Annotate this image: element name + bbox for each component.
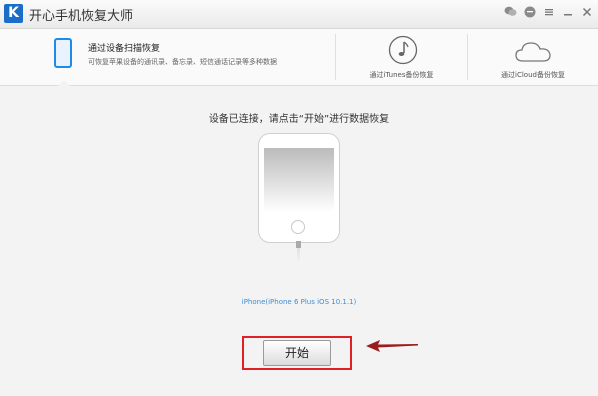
chat-icon[interactable] — [522, 4, 537, 19]
music-note-icon — [388, 35, 418, 65]
connection-instruction: 设备已连接，请点击“开始”进行数据恢复 — [208, 114, 390, 125]
tab-device-scan[interactable]: 通过设备扫描恢复 可恢复苹果设备的通讯录、备忘录、短信通话记录等多种数据 — [0, 29, 335, 86]
usb-connector — [296, 241, 301, 248]
mode-tabs: 通过设备扫描恢复 可恢复苹果设备的通讯录、备忘录、短信通话记录等多种数据 通过i… — [0, 29, 598, 86]
tab-device-scan-description: 可恢复苹果设备的通讯录、备忘录、短信通话记录等多种数据 — [88, 58, 277, 66]
tab-device-scan-title: 通过设备扫描恢复 — [88, 44, 161, 54]
tab-icloud-label: 通过iCloud备份恢复 — [501, 71, 565, 79]
start-button[interactable]: 开始 — [263, 340, 331, 366]
device-model-info: iPhone(iPhone 6 Plus iOS 10.1.1) — [241, 298, 357, 306]
tab-itunes-label: 通过iTunes备份恢复 — [369, 71, 434, 79]
device-screen — [264, 148, 334, 212]
device-illustration — [258, 133, 340, 243]
active-tab-indicator — [58, 80, 70, 86]
tab-icloud-backup[interactable]: 通过iCloud备份恢复 — [468, 29, 598, 85]
cloud-icon — [515, 42, 551, 62]
phone-icon — [54, 38, 72, 68]
home-button-graphic — [291, 220, 305, 234]
title-bar: K 开心手机恢复大师 — [0, 0, 598, 29]
minimize-icon[interactable] — [560, 4, 575, 19]
pointer-arrow-icon — [366, 340, 418, 352]
window-controls — [503, 4, 594, 22]
close-icon[interactable] — [579, 4, 594, 19]
tab-itunes-backup[interactable]: 通过iTunes备份恢复 — [336, 29, 467, 85]
app-title: 开心手机恢复大师 — [29, 9, 134, 24]
wechat-icon[interactable] — [503, 4, 518, 19]
settings-icon[interactable] — [541, 4, 556, 19]
app-logo: K — [4, 4, 23, 23]
